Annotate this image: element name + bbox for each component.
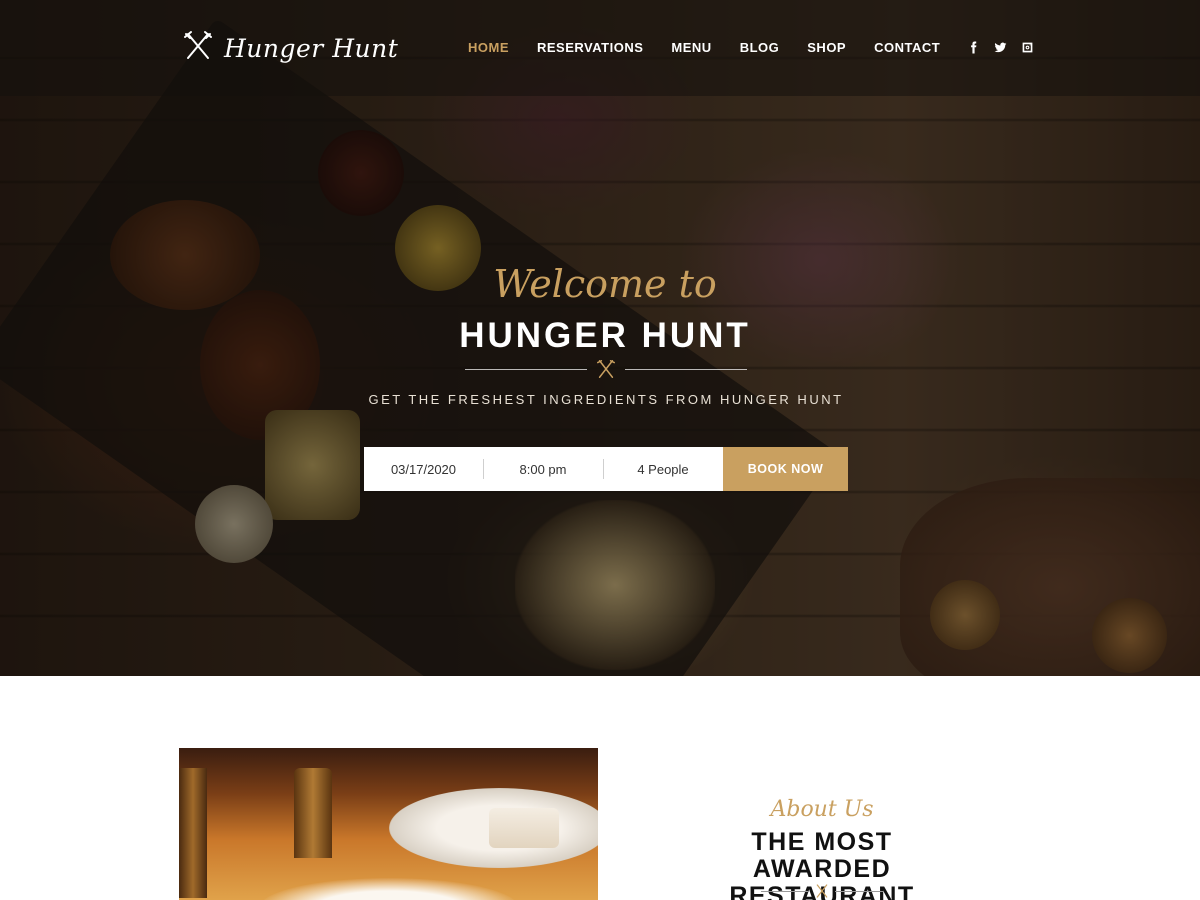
date-field[interactable]: 03/17/2020 xyxy=(364,447,483,491)
divider-line xyxy=(625,368,747,370)
fork-knife-icon xyxy=(811,882,833,900)
plate-image xyxy=(259,878,519,900)
people-field[interactable]: 4 People xyxy=(603,447,723,491)
twitter-icon[interactable] xyxy=(993,40,1008,55)
instagram-icon[interactable] xyxy=(1020,40,1035,55)
divider-line xyxy=(761,890,809,892)
nav-item-blog[interactable]: BLOG xyxy=(740,40,780,55)
about-script-heading: About Us xyxy=(770,797,874,822)
hero-tagline: GET THE FRESHEST INGREDIENTS FROM HUNGER… xyxy=(368,392,844,407)
booking-form: 03/17/2020 8:00 pm 4 People BOOK NOW xyxy=(364,447,848,491)
bottle-image xyxy=(294,768,332,858)
about-photo xyxy=(179,748,598,900)
hero-script-heading: Welcome to xyxy=(493,262,717,306)
divider-line xyxy=(465,368,587,370)
fork-knife-icon xyxy=(593,357,619,381)
about-heading-line: THE MOST AWARDED xyxy=(751,828,893,883)
hero-divider xyxy=(465,357,747,381)
social-links xyxy=(966,40,1035,55)
bottle-image xyxy=(179,768,207,898)
nav-item-shop[interactable]: SHOP xyxy=(807,40,846,55)
logo-text: Hunger Hunt xyxy=(224,33,399,63)
nav-item-menu[interactable]: MENU xyxy=(671,40,711,55)
site-header: Hunger Hunt HOME RESERVATIONS MENU BLOG … xyxy=(0,0,1200,96)
time-field[interactable]: 8:00 pm xyxy=(483,447,603,491)
main-nav: HOME RESERVATIONS MENU BLOG SHOP CONTACT xyxy=(468,40,940,55)
nav-item-contact[interactable]: CONTACT xyxy=(874,40,940,55)
hero-section: Welcome to HUNGER HUNT GET THE FRESHEST … xyxy=(0,0,1200,676)
facebook-icon[interactable] xyxy=(966,40,981,55)
hero-title: HUNGER HUNT xyxy=(459,316,751,355)
nav-item-reservations[interactable]: RESERVATIONS xyxy=(537,40,643,55)
about-divider xyxy=(761,882,883,900)
book-now-button[interactable]: BOOK NOW xyxy=(723,447,848,491)
fork-knife-icon xyxy=(180,28,216,69)
nav-item-home[interactable]: HOME xyxy=(468,40,509,55)
dessert-image xyxy=(489,808,559,848)
divider-line xyxy=(835,890,883,892)
logo[interactable]: Hunger Hunt xyxy=(180,28,398,68)
